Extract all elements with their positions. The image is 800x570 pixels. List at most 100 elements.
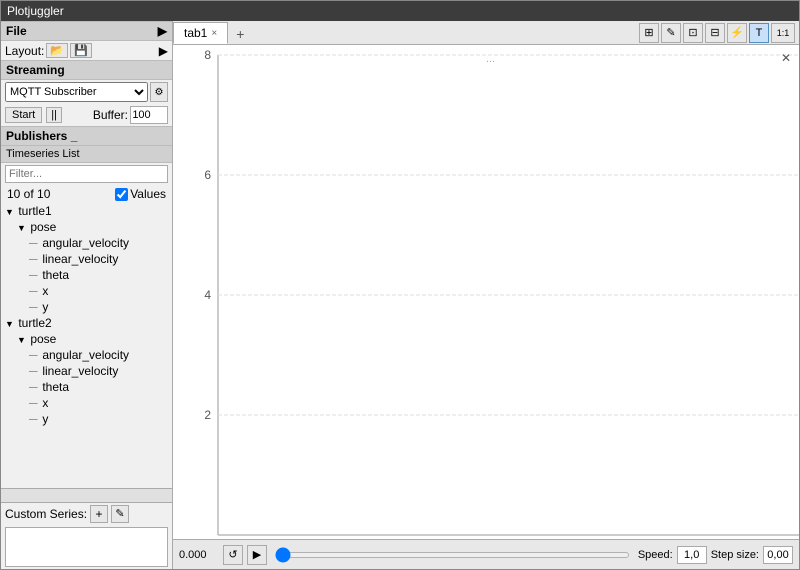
tree-item[interactable]: ─ x <box>1 283 172 299</box>
tree-item[interactable]: ─ angular_velocity <box>1 347 172 363</box>
svg-text:0: 0 <box>215 538 222 539</box>
tab-close-btn[interactable]: × <box>211 28 217 39</box>
pause-btn[interactable]: || <box>46 107 62 123</box>
tree-dash-icon: ─ <box>29 412 39 426</box>
stepsize-input[interactable]: 0,00 <box>763 546 793 564</box>
split-v-btn[interactable]: ⊡ <box>683 23 703 43</box>
edit-btn[interactable]: ✎ <box>661 23 681 43</box>
layout-arrow: ▶ <box>159 44 168 58</box>
svg-text:8: 8 <box>204 48 211 62</box>
tab-label: tab1 <box>184 26 207 40</box>
values-label[interactable]: Values <box>115 187 166 201</box>
values-checkbox[interactable] <box>115 188 128 201</box>
tree-dash-icon: ─ <box>29 396 39 410</box>
tree-dash-icon: ─ <box>29 284 39 298</box>
plot-container: ... ✕ 2 4 6 8 0 <box>173 45 799 539</box>
custom-series-area <box>5 527 168 567</box>
tree-arrow-icon: ▼ <box>17 223 27 233</box>
svg-text:5: 5 <box>400 538 407 539</box>
tree-item[interactable]: ▼ pose <box>1 331 172 347</box>
split-h-btn[interactable]: ⊟ <box>705 23 725 43</box>
speed-input[interactable]: 1,0 <box>677 546 707 564</box>
tree-dash-icon: ─ <box>29 252 39 266</box>
grid-btn[interactable]: ⊞ <box>639 23 659 43</box>
loop-btn[interactable]: ↺ <box>223 545 243 565</box>
link-btn[interactable]: ⚡ <box>727 23 747 43</box>
buffer-row: Buffer: <box>93 106 168 124</box>
custom-series-edit-btn[interactable]: ✎ <box>111 505 129 523</box>
plot-svg: 2 4 6 8 0 5 10 15 20 <box>173 45 799 539</box>
plot-close-btn[interactable]: ✕ <box>781 51 791 65</box>
tree-dash-icon: ─ <box>29 380 39 394</box>
tree-item[interactable]: ─ y <box>1 299 172 315</box>
play-btn[interactable]: ▶ <box>247 545 267 565</box>
app-window: Plotjuggler File ▶ Layout: 📂 💾 ▶ Streami… <box>0 0 800 570</box>
tab-bar: tab1 × + ⊞ ✎ ⊡ ⊟ ⚡ T 1:1 <box>173 21 799 45</box>
playback-bar: 0.000 ↺ ▶ Speed: 1,0 Step size: 0,00 <box>173 539 799 569</box>
tree-item[interactable]: ▼ pose <box>1 219 172 235</box>
tree-item[interactable]: ─ theta <box>1 267 172 283</box>
tree-item[interactable]: ─ theta <box>1 379 172 395</box>
main-content: File ▶ Layout: 📂 💾 ▶ Streaming MQTT Subs… <box>1 21 799 569</box>
timeseries-label: Timeseries List <box>1 146 172 163</box>
buffer-input[interactable] <box>130 106 168 124</box>
layout-load-btn[interactable]: 📂 <box>46 43 68 58</box>
tree-arrow-icon: ▼ <box>17 335 27 345</box>
seek-bar[interactable] <box>275 552 630 558</box>
svg-text:4: 4 <box>204 288 211 302</box>
tree-item[interactable]: ▼ turtle2 <box>1 315 172 331</box>
stepsize-label: Step size: <box>711 549 759 561</box>
file-label: File <box>6 24 27 38</box>
streaming-label: Streaming <box>6 63 65 77</box>
tree-dash-icon: ─ <box>29 268 39 282</box>
layout-save-btn[interactable]: 💾 <box>70 43 92 58</box>
start-btn[interactable]: Start <box>5 107 42 123</box>
tree-dash-icon: ─ <box>29 236 39 250</box>
mqtt-settings-btn[interactable]: ⚙ <box>150 82 168 102</box>
tree-dash-icon: ─ <box>29 364 39 378</box>
tree-item[interactable]: ─ angular_velocity <box>1 235 172 251</box>
app-title: Plotjuggler <box>7 4 64 18</box>
tree-arrow-icon: ▼ <box>5 207 15 217</box>
svg-text:15: 15 <box>766 538 780 539</box>
publishers-label: Publishers _ <box>6 129 77 143</box>
filter-input[interactable] <box>5 165 168 183</box>
tree-dash-icon: ─ <box>29 348 39 362</box>
count-text: 10 of 10 <box>7 187 50 201</box>
custom-series-bar: Custom Series: + ✎ <box>1 502 172 525</box>
tree-item[interactable]: ─ x <box>1 395 172 411</box>
tree-dash-icon: ─ <box>29 300 39 314</box>
mqtt-row: MQTT Subscriber ⚙ <box>1 80 172 104</box>
svg-text:6: 6 <box>204 168 211 182</box>
right-panel: tab1 × + ⊞ ✎ ⊡ ⊟ ⚡ T 1:1 ... ✕ <box>173 21 799 569</box>
tab-toolbar: ⊞ ✎ ⊡ ⊟ ⚡ T 1:1 <box>639 23 795 43</box>
layout-row: Layout: 📂 💾 ▶ <box>1 41 172 60</box>
mqtt-subscriber-select[interactable]: MQTT Subscriber <box>5 82 148 102</box>
buffer-label: Buffer: <box>93 108 128 122</box>
filter-row <box>1 163 172 185</box>
text-btn[interactable]: T <box>749 23 769 43</box>
file-section-header: File ▶ <box>1 21 172 41</box>
tree-item[interactable]: ─ linear_velocity <box>1 251 172 267</box>
start-stop-row: Start || Buffer: <box>1 104 172 126</box>
tree-item[interactable]: ─ y <box>1 411 172 427</box>
tree-container: ▼ turtle1▼ pose─ angular_velocity─ linea… <box>1 203 172 488</box>
ratio-btn[interactable]: 1:1 <box>771 23 795 43</box>
tree-arrow-icon: ▼ <box>5 319 15 329</box>
tree-item[interactable]: ─ linear_velocity <box>1 363 172 379</box>
streaming-section-header: Streaming <box>1 60 172 80</box>
hscroll[interactable] <box>1 488 172 502</box>
time-display: 0.000 <box>179 549 219 561</box>
title-bar: Plotjuggler <box>1 1 799 21</box>
publishers-section-header: Publishers _ <box>1 126 172 146</box>
custom-series-label: Custom Series: <box>5 507 87 521</box>
tab-tab1[interactable]: tab1 × <box>173 22 228 44</box>
file-arrow: ▶ <box>158 24 167 38</box>
tree-item[interactable]: ▼ turtle1 <box>1 203 172 219</box>
speed-label: Speed: <box>638 549 673 561</box>
add-tab-btn[interactable]: + <box>230 24 250 44</box>
custom-series-add-btn[interactable]: + <box>90 505 108 523</box>
left-panel: File ▶ Layout: 📂 💾 ▶ Streaming MQTT Subs… <box>1 21 173 569</box>
svg-text:10: 10 <box>581 538 595 539</box>
plot-dots: ... <box>486 53 495 65</box>
